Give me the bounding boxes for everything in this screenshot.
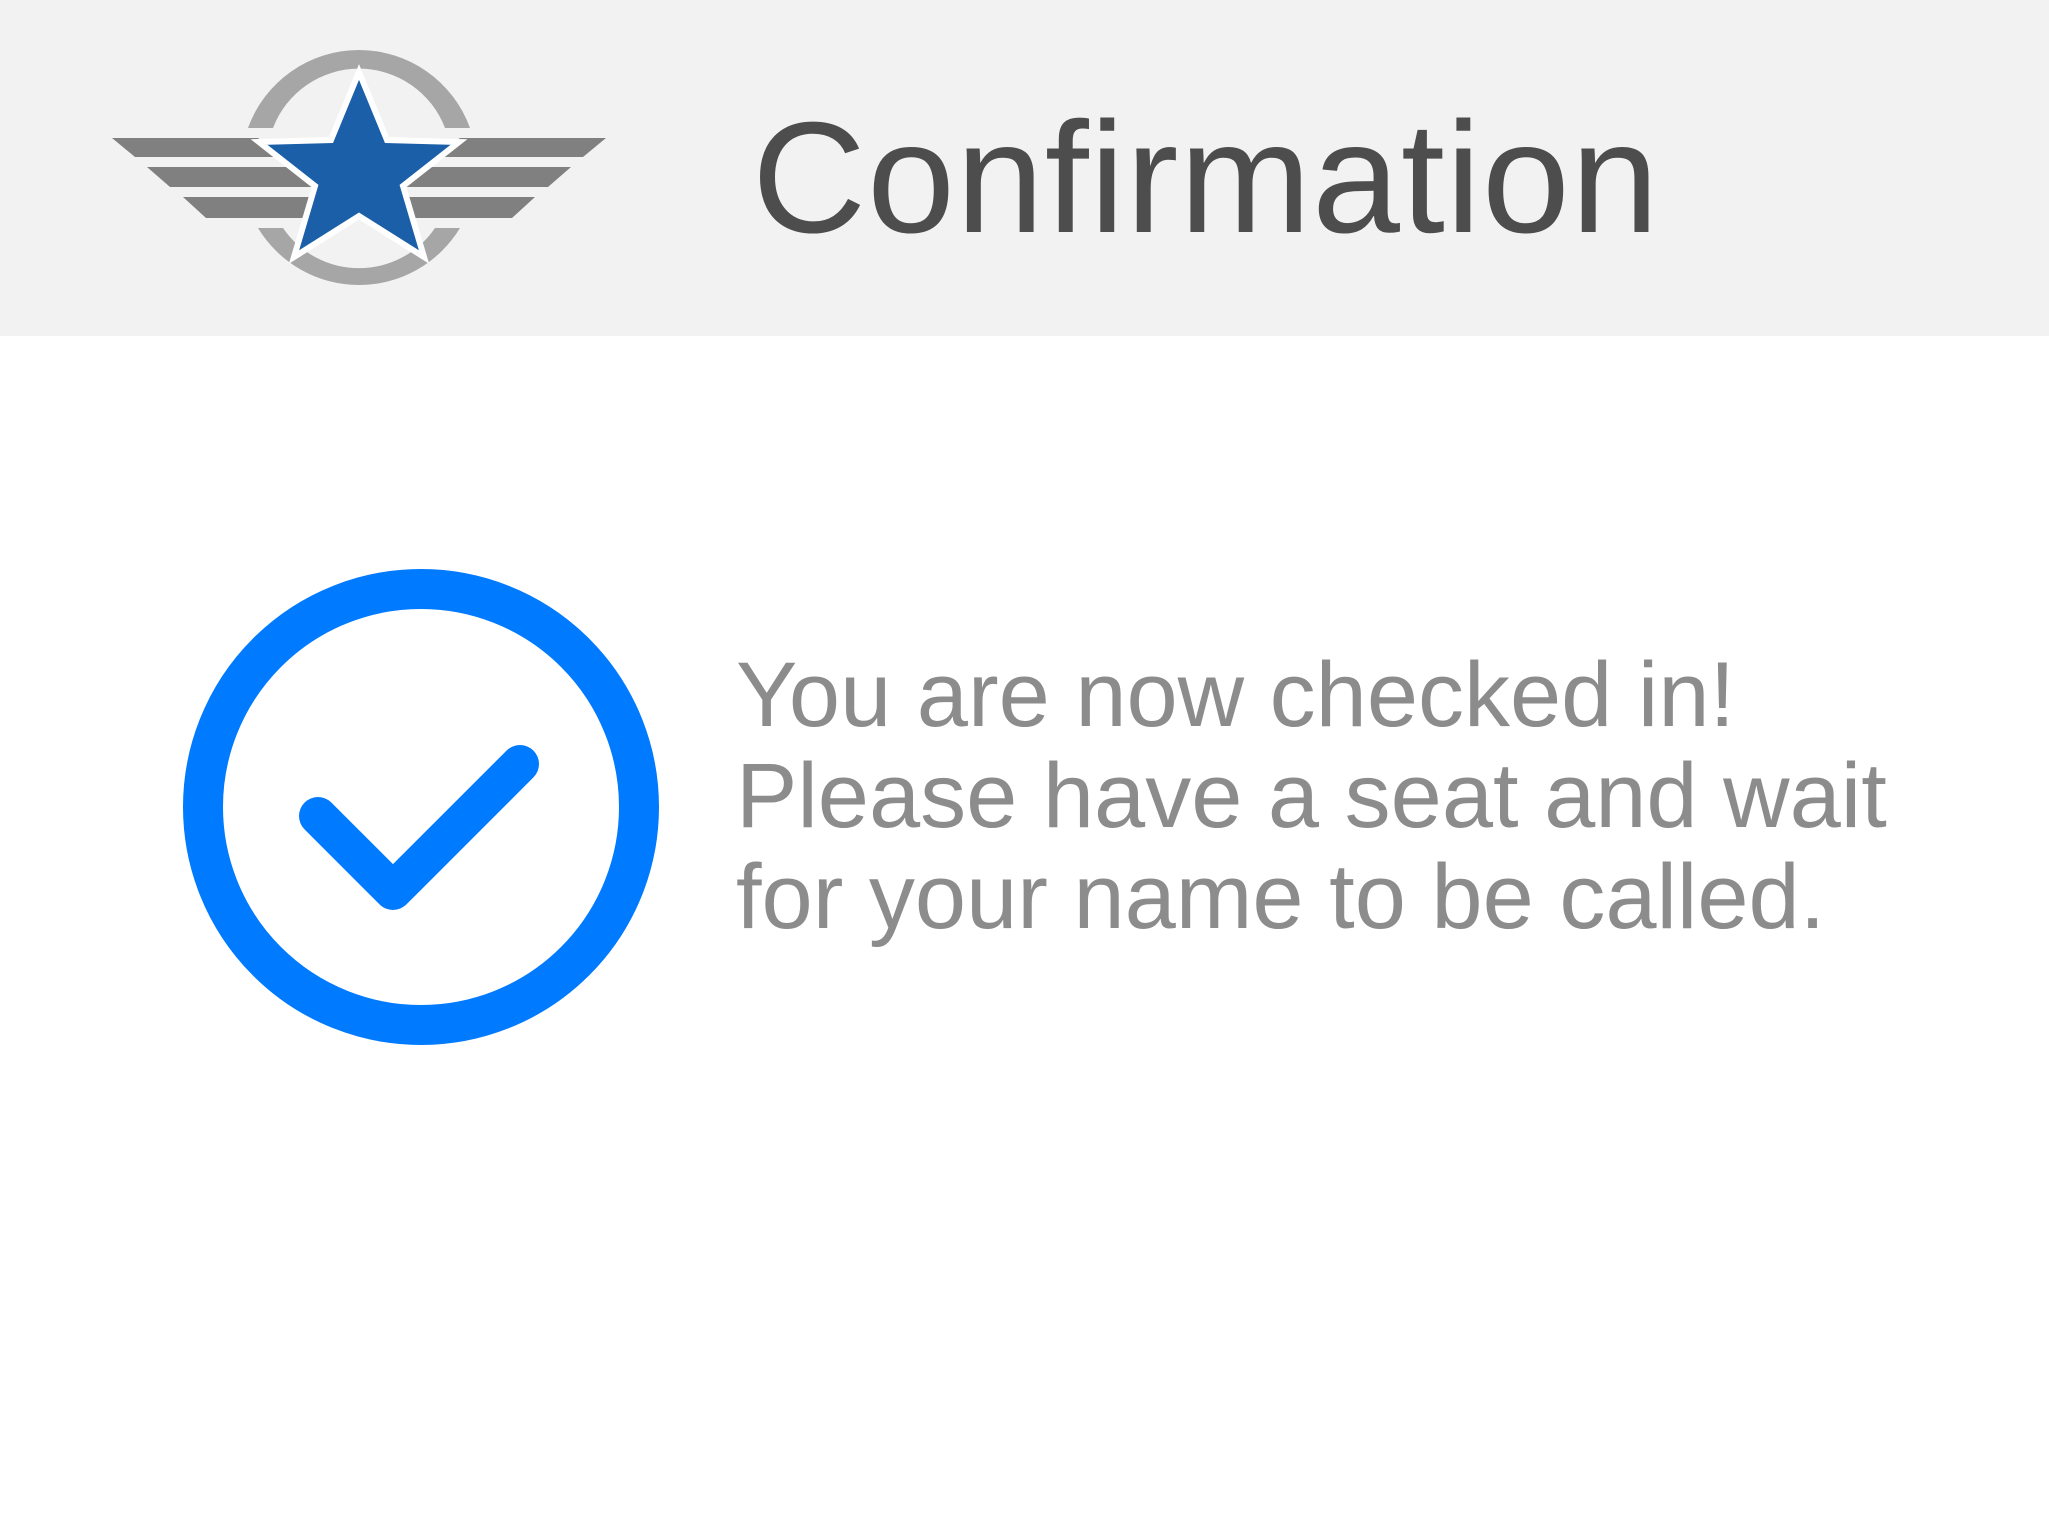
page-title: Confirmation	[752, 90, 1660, 266]
message-line-1: You are now checked in!	[736, 644, 1736, 746]
confirmation-message: You are now checked in! Please have a se…	[736, 645, 1986, 948]
check-circle-icon	[183, 569, 659, 1045]
message-line-2: Please have a seat and wait	[736, 745, 1887, 847]
message-line-3: for your name to be called.	[736, 846, 1826, 948]
header-bar: Confirmation	[0, 0, 2049, 336]
winged-star-logo-icon	[112, 50, 606, 285]
